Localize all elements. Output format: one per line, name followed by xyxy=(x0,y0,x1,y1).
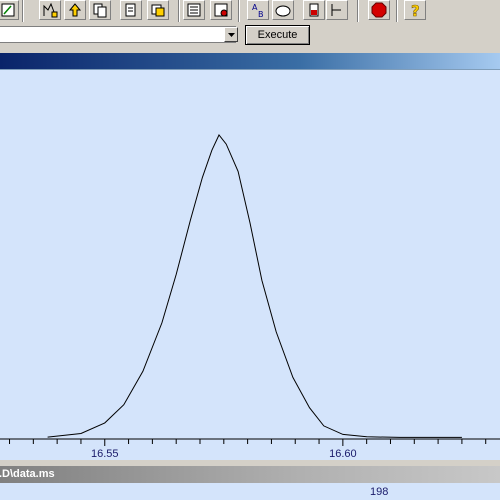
select-icon[interactable] xyxy=(326,0,348,20)
calc-icon[interactable] xyxy=(183,0,205,20)
data-window-title: .D\data.ms xyxy=(0,468,55,480)
x-tick-label: 16.60 xyxy=(329,448,357,460)
svg-text:B: B xyxy=(258,10,264,18)
upload-icon[interactable] xyxy=(64,0,86,20)
execute-button[interactable]: Execute xyxy=(245,25,310,45)
help-icon[interactable]: ? xyxy=(404,0,426,20)
toolbar-separator xyxy=(396,0,398,22)
toolbar-separator xyxy=(238,0,240,22)
print-icon[interactable] xyxy=(147,0,169,20)
command-input[interactable] xyxy=(0,26,236,43)
chevron-down-icon xyxy=(227,32,235,37)
data-window-titlebar[interactable]: .D\data.ms xyxy=(0,466,500,483)
toolbar: AB ? xyxy=(0,0,500,24)
command-row: Execute xyxy=(0,24,500,48)
spectrum-tick-label: 198 xyxy=(370,486,389,498)
toolbar-separator xyxy=(22,0,24,22)
chromatogram-peak-line xyxy=(47,134,462,438)
ab-compare-icon[interactable]: AB xyxy=(247,0,269,20)
command-dropdown-button[interactable] xyxy=(224,27,238,42)
svg-text:?: ? xyxy=(411,2,420,18)
paste-icon[interactable] xyxy=(120,0,142,20)
edit-chart-icon[interactable] xyxy=(0,0,19,20)
stop-icon[interactable] xyxy=(368,0,390,20)
copy-icon[interactable] xyxy=(89,0,111,20)
toolbar-separator xyxy=(178,0,180,22)
chromatogram-window-titlebar[interactable] xyxy=(0,53,500,69)
x-tick-label: 16.55 xyxy=(91,448,119,460)
tune-chart-icon[interactable] xyxy=(39,0,61,20)
spectrum-plot[interactable]: 198 xyxy=(0,483,500,500)
hand-icon[interactable] xyxy=(272,0,294,20)
chromatogram-chart: 16.55 16.60 xyxy=(0,134,500,460)
toolbar-separator xyxy=(357,0,359,22)
battery-icon[interactable] xyxy=(303,0,325,20)
chromatogram-plot[interactable]: 16.55 16.60 xyxy=(0,69,500,460)
calc-icon[interactable] xyxy=(210,0,232,20)
